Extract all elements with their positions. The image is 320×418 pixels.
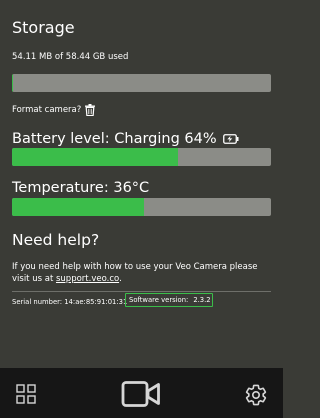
divider xyxy=(12,291,271,292)
format-camera-label: Format camera? xyxy=(12,105,82,115)
help-text-end: . xyxy=(119,274,122,284)
grid-button[interactable] xyxy=(16,384,36,404)
settings-button[interactable] xyxy=(244,383,268,407)
temperature-label: Temperature: 36°C xyxy=(12,180,150,196)
camera-icon xyxy=(121,381,160,407)
temperature-progress-fill xyxy=(12,198,145,216)
trash-icon[interactable] xyxy=(85,104,96,116)
battery-progress-fill xyxy=(12,148,178,166)
software-version-label: Software version: xyxy=(129,296,189,304)
battery-charging-icon xyxy=(222,134,239,144)
format-camera-button[interactable]: Format camera? xyxy=(12,103,96,117)
software-version-value: 2.3.2 xyxy=(193,296,211,304)
grid-icon xyxy=(16,384,36,404)
bottom-navigation xyxy=(0,368,283,418)
software-version-box: Software version: 2.3.2 xyxy=(125,293,213,307)
camera-button[interactable] xyxy=(121,380,161,408)
storage-title: Storage xyxy=(12,18,75,37)
storage-usage-text: 54.11 MB of 58.44 GB used xyxy=(12,52,129,62)
support-link[interactable]: support.veo.co xyxy=(56,274,119,284)
battery-status: Battery level: Charging 64% xyxy=(12,129,239,149)
help-title: Need help? xyxy=(12,231,100,249)
battery-progress-bar xyxy=(12,148,271,166)
battery-level-label: Battery level: Charging 64% xyxy=(12,131,217,147)
temperature-progress-bar xyxy=(12,198,271,216)
help-body-text: If you need help with how to use your Ve… xyxy=(12,262,258,284)
storage-progress-bar xyxy=(12,74,271,92)
serial-number: Serial number: 14:ae:85:91:01:31 xyxy=(12,298,128,306)
help-text: If you need help with how to use your Ve… xyxy=(12,261,276,285)
settings-icon xyxy=(245,384,267,406)
